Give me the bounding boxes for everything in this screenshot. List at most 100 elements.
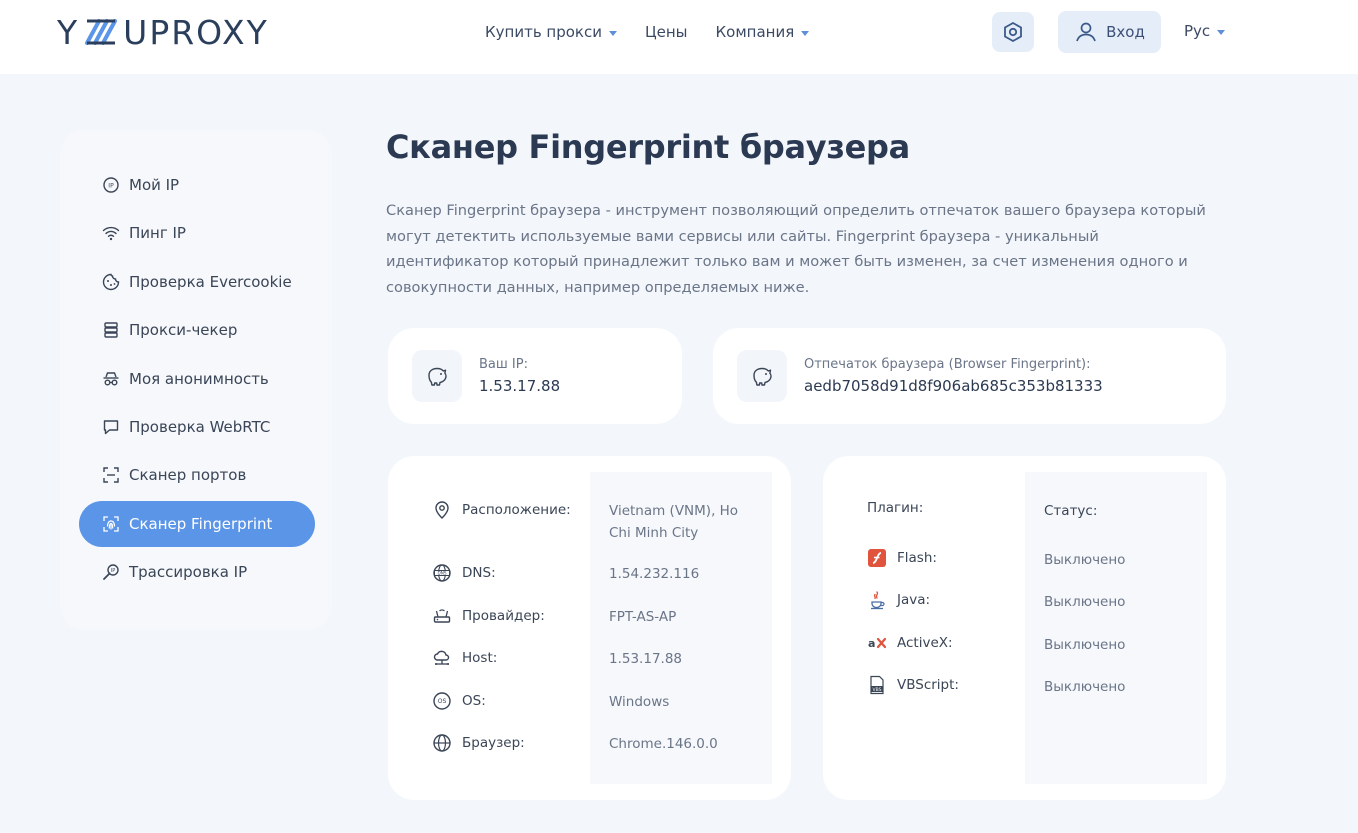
- host-value: 1.53.17.88: [609, 651, 682, 667]
- fingerprint-value: aedb7058d91d8f906ab685c353b81333: [804, 377, 1103, 395]
- cloud-network-icon: [433, 650, 450, 665]
- logo-mark-icon: [85, 19, 118, 45]
- plugins-card: Плагин: Статус: Flash: Выключено Java: В…: [823, 456, 1226, 800]
- flash-icon: [868, 549, 886, 567]
- sidebar-item-fingerprint[interactable]: Сканер Fingerprint: [79, 501, 315, 547]
- os-label: OS:: [462, 693, 486, 709]
- language-label: Рус: [1184, 22, 1211, 40]
- java-label: Java:: [897, 592, 931, 608]
- logo-text-left: Y: [57, 12, 80, 52]
- host-label: Host:: [462, 650, 498, 666]
- svg-text:VBS: VBS: [873, 687, 882, 693]
- activex-row-label: a ActiveX:: [867, 633, 953, 653]
- fingerprint-icon: [103, 516, 119, 532]
- sidebar-item-webrtc[interactable]: Проверка WebRTC: [79, 404, 315, 450]
- svg-text:IP: IP: [108, 183, 114, 190]
- vbscript-label: VBScript:: [897, 677, 959, 693]
- trace-icon: IP: [103, 564, 119, 580]
- sidebar-item-proxy-checker[interactable]: Прокси-чекер: [79, 307, 315, 353]
- hexagon-settings-icon: [1004, 21, 1022, 43]
- java-icon: [871, 591, 885, 610]
- wifi-icon: [102, 226, 120, 241]
- fingerprint-label: Отпечаток браузера (Browser Fingerprint)…: [804, 357, 1091, 372]
- page-description: Сканер Fingerprint браузера - инструмент…: [386, 202, 1206, 296]
- sidebar-item-label: Сканер портов: [129, 466, 247, 484]
- chat-icon: [103, 420, 119, 435]
- server-icon: [104, 322, 118, 338]
- fingerprint-card-icon-box: [737, 350, 787, 402]
- chevron-down-icon: [1217, 29, 1226, 35]
- os-row-label: OS OS:: [432, 691, 486, 711]
- sidebar-item-ping-ip[interactable]: Пинг IP: [79, 210, 315, 256]
- tools-sidebar: IP Мой IP Пинг IP Проверка Evercookie Пр…: [60, 130, 332, 630]
- router-icon: [433, 609, 451, 623]
- nav-company[interactable]: Компания: [716, 20, 810, 44]
- browser-label: Браузер:: [462, 735, 525, 751]
- nav-prices[interactable]: Цены: [645, 20, 688, 44]
- location-label: Расположение:: [462, 502, 571, 518]
- java-status: Выключено: [1044, 594, 1126, 610]
- nav-prices-label: Цены: [645, 23, 688, 41]
- logo[interactable]: Y UPROXY: [57, 12, 269, 52]
- flash-status: Выключено: [1044, 552, 1126, 568]
- user-icon: [1076, 22, 1096, 42]
- vbscript-status: Выключено: [1044, 679, 1126, 695]
- sidebar-item-label: Трассировка IP: [129, 563, 248, 581]
- incognito-icon: [103, 372, 119, 386]
- plugin-header-label: Плагин:: [867, 500, 924, 516]
- dns-label: DNS:: [462, 565, 496, 581]
- dns-row-label: DNS DNS:: [432, 563, 496, 583]
- your-ip-label: Ваш IP:: [479, 357, 528, 372]
- provider-value: FPT-AS-AP: [609, 609, 677, 625]
- sidebar-item-label: Пинг IP: [129, 224, 186, 242]
- svg-text:DNS: DNS: [437, 571, 446, 576]
- globe-icon: [433, 734, 451, 752]
- dns-globe-icon: DNS: [433, 564, 451, 582]
- scan-icon: [103, 467, 119, 483]
- connection-info-card: Расположение: Vietnam (VNM), Ho Chi Minh…: [388, 456, 791, 800]
- login-label: Вход: [1106, 23, 1145, 41]
- dns-value: 1.54.232.116: [609, 566, 700, 582]
- sidebar-item-evercookie[interactable]: Проверка Evercookie: [79, 259, 315, 305]
- flash-label: Flash:: [897, 550, 937, 566]
- sidebar-item-anonymity[interactable]: Моя анонимность: [79, 356, 315, 402]
- sidebar-item-label: Проверка Evercookie: [129, 273, 292, 291]
- header: Y UPROXY Купить прокси Цены Компания Вхо…: [0, 0, 1358, 74]
- fingerprint-card: Отпечаток браузера (Browser Fingerprint)…: [713, 328, 1226, 424]
- nav-buy-proxy[interactable]: Купить прокси: [485, 20, 617, 44]
- java-row-label: Java:: [867, 590, 930, 610]
- your-ip-value: 1.53.17.88: [479, 377, 561, 395]
- os-value: Windows: [609, 694, 670, 710]
- piggy-icon: [753, 367, 772, 386]
- vbscript-row-label: VBS VBScript:: [867, 675, 959, 695]
- chevron-down-icon: [801, 30, 810, 36]
- activex-icon: a: [868, 637, 887, 650]
- sidebar-item-trace-ip[interactable]: IP Трассировка IP: [79, 549, 315, 595]
- sidebar-item-label: Прокси-чекер: [129, 321, 238, 339]
- login-button[interactable]: Вход: [1058, 11, 1161, 53]
- piggy-icon: [428, 367, 447, 386]
- provider-label: Провайдер:: [462, 608, 545, 624]
- location-value: Vietnam (VNM), Ho Chi Minh City: [609, 503, 739, 541]
- vbscript-file-icon: VBS: [870, 675, 884, 695]
- location-pin-icon: [435, 501, 449, 519]
- cookie-icon: [102, 273, 120, 291]
- sidebar-item-label: Моя анонимность: [129, 370, 269, 388]
- nav-buy-proxy-label: Купить прокси: [485, 23, 602, 41]
- language-select[interactable]: Рус: [1184, 22, 1226, 40]
- logo-text-right: UPROXY: [123, 12, 269, 52]
- sidebar-item-label: Мой IP: [129, 176, 180, 194]
- provider-row-label: Провайдер:: [432, 606, 545, 626]
- status-header: Статус:: [1044, 503, 1098, 519]
- settings-button[interactable]: [992, 12, 1034, 52]
- browser-value: Chrome.146.0.0: [609, 736, 718, 752]
- sidebar-item-port-scanner[interactable]: Сканер портов: [79, 452, 315, 498]
- svg-text:IP: IP: [111, 568, 116, 574]
- svg-text:a: a: [868, 637, 875, 650]
- main-nav: Купить прокси Цены Компания: [485, 20, 837, 44]
- ip-card-icon-box: [412, 350, 462, 402]
- sidebar-item-my-ip[interactable]: IP Мой IP: [79, 162, 315, 208]
- location-row-label: Расположение:: [432, 500, 571, 520]
- page-title: Сканер Fingerprint браузера: [386, 128, 910, 166]
- plugin-header: Плагин:: [867, 500, 923, 516]
